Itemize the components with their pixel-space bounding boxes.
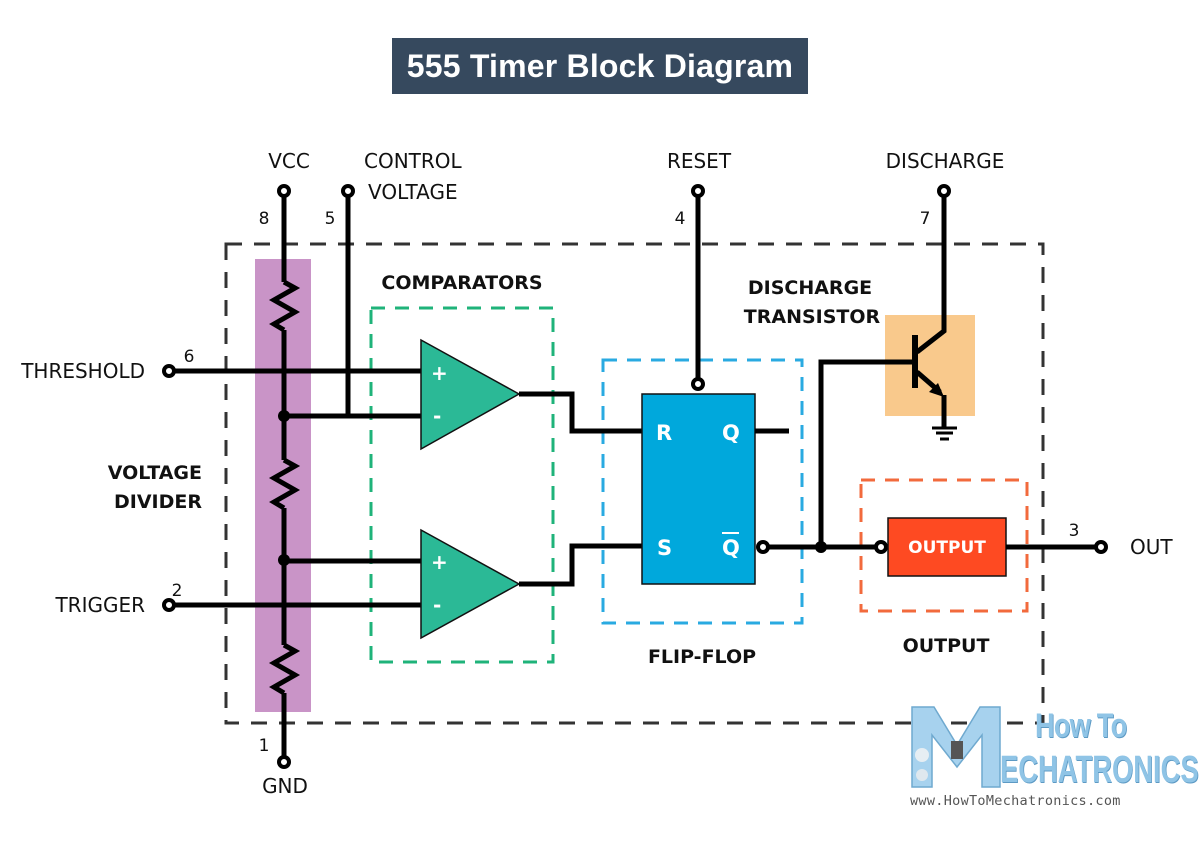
- pin-label-threshold: THRESHOLD: [20, 359, 145, 383]
- pin-label-vcc: VCC: [268, 149, 310, 173]
- pin-label-gnd: GND: [262, 774, 308, 798]
- comparator-plus-sign: +: [431, 361, 448, 385]
- control-voltage-terminal: [341, 184, 355, 198]
- flip-flop-port-q-bar: Q: [722, 536, 740, 560]
- voltage-divider-label-line1: VOLTAGE: [108, 462, 202, 484]
- pin-number-2: 2: [172, 581, 183, 601]
- howtomechatronics-logo: How To ECHATRONICS www.HowToMechatronics…: [905, 705, 1199, 815]
- logo-text-mechatronics: ECHATRONICS: [1000, 749, 1199, 791]
- pin-label-out: OUT: [1130, 535, 1173, 559]
- voltage-divider-label-line2: DIVIDER: [114, 491, 202, 513]
- vcc-terminal: [277, 184, 291, 198]
- pin-number-3: 3: [1069, 521, 1080, 541]
- output-block-label: OUTPUT: [908, 538, 986, 558]
- comparator-minus-sign: -: [433, 404, 441, 428]
- comparator-plus-sign: +: [431, 550, 448, 574]
- logo-url: www.HowToMechatronics.com: [910, 793, 1121, 809]
- comparator-minus-sign: -: [433, 593, 441, 617]
- m-logo-icon: [911, 706, 1001, 788]
- comparators-label: COMPARATORS: [381, 272, 542, 294]
- threshold-terminal: [162, 364, 176, 378]
- pin-label-control: CONTROL: [364, 149, 463, 173]
- transistor-block: [885, 315, 975, 416]
- discharge-transistor-label-line2: TRANSISTOR: [744, 306, 881, 328]
- pin-number-6: 6: [184, 347, 195, 367]
- upper-comparator-output-wire: [519, 391, 643, 434]
- discharge-terminal: [937, 184, 951, 198]
- pin-number-5: 5: [325, 209, 336, 229]
- output-label: OUTPUT: [903, 635, 990, 657]
- trigger-terminal: [162, 598, 176, 612]
- pin-label-reset: RESET: [667, 149, 732, 173]
- pin-number-1: 1: [259, 736, 270, 756]
- logo-text-how-to: How To: [1035, 707, 1127, 745]
- reset-terminal: [691, 184, 705, 198]
- flip-flop-port-s: S: [657, 536, 672, 560]
- output-inversion-bubble: [874, 540, 888, 554]
- flip-flop-port-q: Q: [722, 421, 740, 445]
- upper-comparator: [420, 338, 521, 451]
- discharge-transistor-label-line1: DISCHARGE: [748, 277, 872, 299]
- pin-number-7: 7: [920, 209, 931, 229]
- pin-label-trigger: TRIGGER: [54, 593, 145, 617]
- flip-flop-port-r: R: [656, 421, 672, 445]
- pin-label-discharge: DISCHARGE: [886, 149, 1005, 173]
- flip-flop-label: FLIP-FLOP: [648, 646, 756, 668]
- ground-icon: [932, 426, 957, 441]
- out-terminal: [1094, 540, 1108, 554]
- pin-number-8: 8: [259, 209, 270, 229]
- q-bar-inversion-bubble: [756, 540, 770, 554]
- lower-comparator: [420, 528, 521, 640]
- pin-number-4: 4: [675, 209, 686, 229]
- reset-inversion-bubble: [691, 377, 705, 391]
- lower-comparator-output-wire: [519, 543, 643, 587]
- gnd-terminal: [277, 755, 291, 769]
- pin-label-voltage: VOLTAGE: [368, 180, 458, 204]
